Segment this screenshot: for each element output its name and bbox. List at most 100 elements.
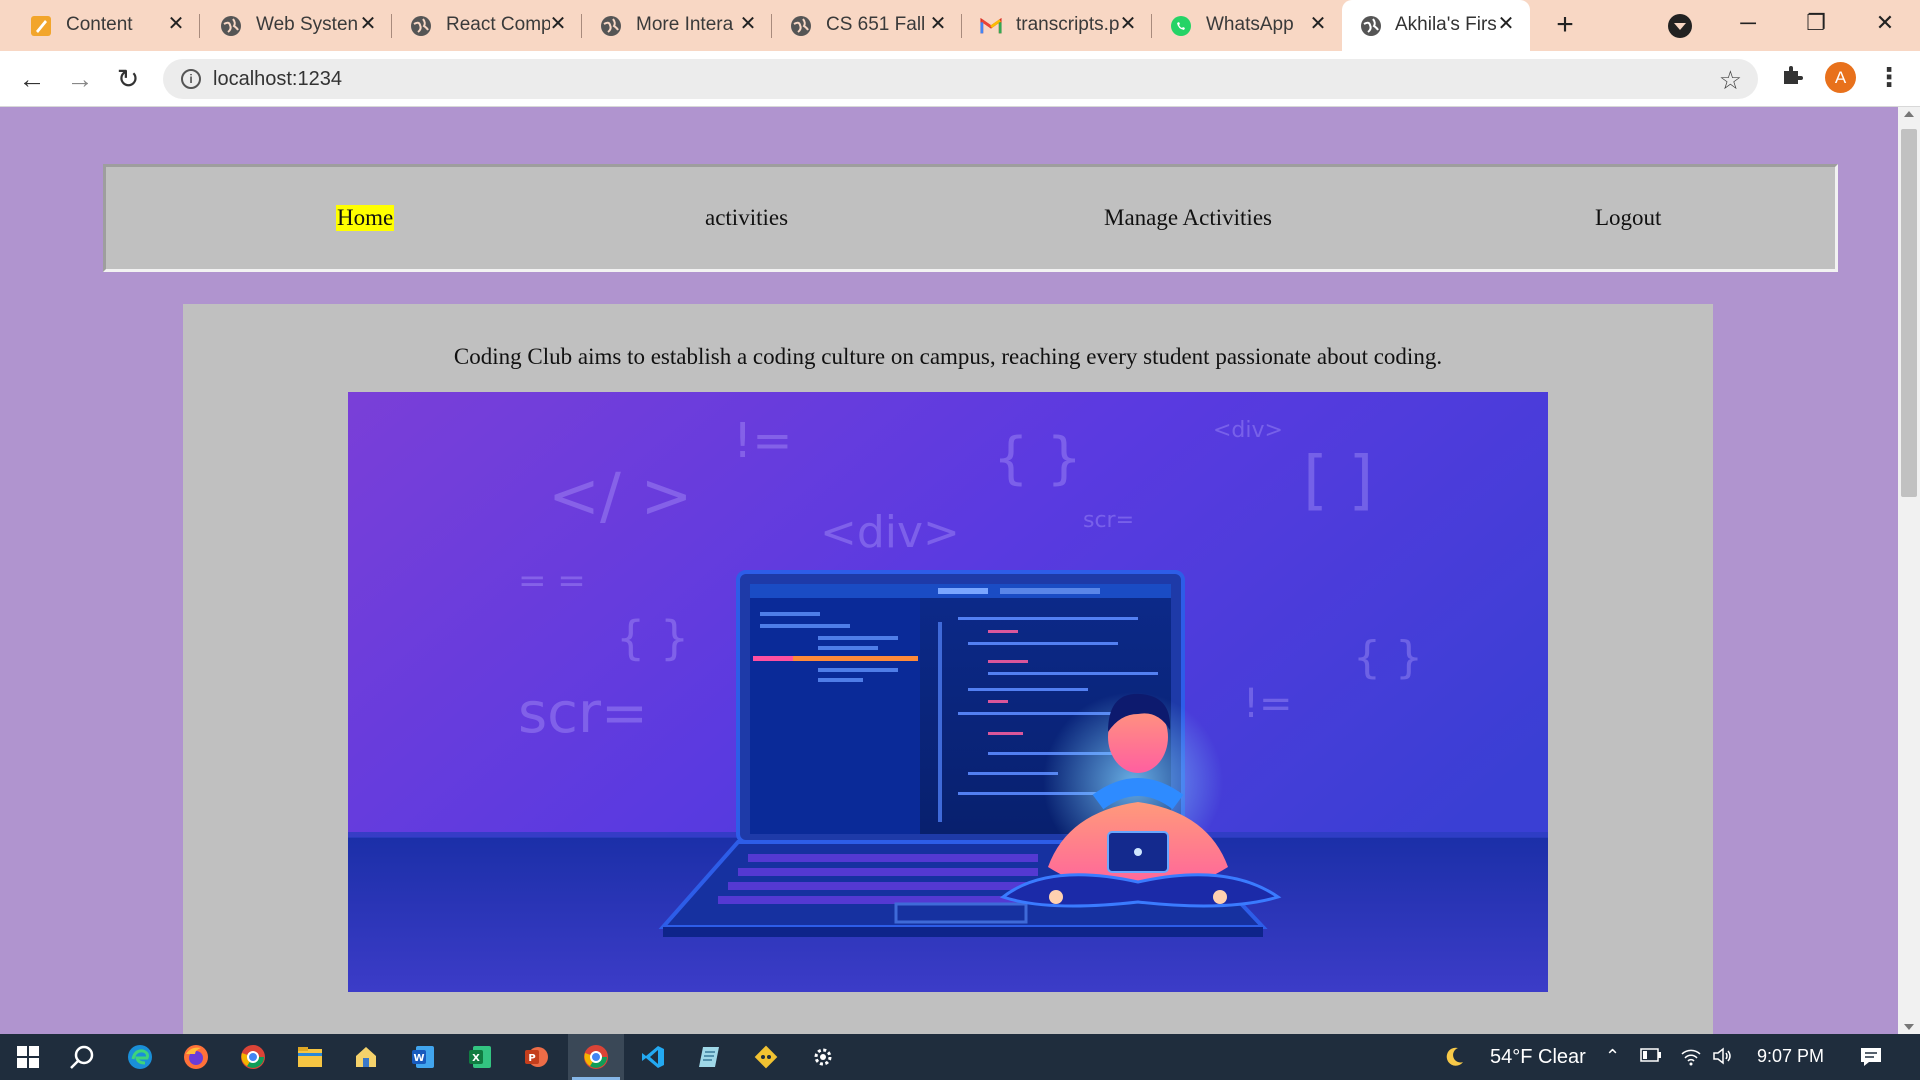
site-navbar: Home activities Manage Activities Logout [103, 164, 1838, 272]
tab-react-comp[interactable]: React Comp ✕ [380, 0, 582, 51]
back-icon[interactable]: ← [16, 63, 48, 95]
close-icon[interactable]: ✕ [928, 14, 948, 34]
file-explorer-icon[interactable] [282, 1034, 338, 1080]
tab-title: CS 651 Fall [826, 14, 926, 35]
search-icon[interactable] [54, 1034, 110, 1080]
svg-text:X: X [472, 1053, 480, 1064]
reload-icon[interactable]: ↻ [112, 63, 144, 95]
chevron-up-icon[interactable]: ⌃ [1605, 1046, 1620, 1067]
nav-activities-link[interactable]: activities [705, 205, 788, 231]
hero-symbol: { } [993, 426, 1082, 491]
browser-toolbar: ← → ↻ i localhost:1234 ☆ [0, 51, 1920, 107]
tab-title: transcripts.p [1016, 14, 1120, 35]
forward-icon[interactable]: → [64, 63, 96, 95]
close-icon[interactable]: ✕ [1308, 14, 1328, 34]
close-icon[interactable]: ✕ [166, 14, 186, 34]
weather-text[interactable]: 54°F Clear [1490, 1046, 1586, 1069]
globe-icon [220, 15, 242, 37]
close-window-icon[interactable]: ✕ [1865, 8, 1905, 38]
close-icon[interactable]: ✕ [1118, 14, 1138, 34]
hero-image: </ > != { } <div> [ ] <div> scr= = = { }… [348, 392, 1548, 992]
tab-title: React Comp [446, 14, 550, 35]
notes-icon [30, 15, 52, 37]
nav-manage-activities-link[interactable]: Manage Activities [1104, 205, 1272, 231]
hero-symbol: = = [518, 561, 586, 601]
notifications-icon[interactable] [1843, 1034, 1899, 1080]
hero-symbol: { } [616, 611, 689, 665]
extensions-icon[interactable] [1778, 63, 1806, 91]
tab-transcripts[interactable]: transcripts.p ✕ [950, 0, 1152, 51]
powerpoint-icon[interactable]: P [508, 1034, 564, 1080]
browser-menu-icon[interactable]: ⋮ [1876, 62, 1902, 92]
close-icon[interactable]: ✕ [1496, 14, 1516, 34]
whatsapp-icon [1170, 15, 1192, 37]
chrome-icon[interactable] [225, 1034, 281, 1080]
hero-symbol: <div> [820, 507, 960, 558]
scroll-down-arrow[interactable] [1904, 1024, 1914, 1030]
tab-title: More Intera [636, 14, 734, 35]
windows-taskbar: W X P 54°F Clear ⌃ 9:07 PM [0, 1034, 1920, 1080]
edge-icon[interactable] [112, 1034, 168, 1080]
hero-symbol: != [1243, 681, 1293, 727]
close-icon[interactable]: ✕ [358, 14, 378, 34]
globe-icon [790, 15, 812, 37]
scroll-thumb[interactable] [1901, 129, 1917, 497]
nav-home-link[interactable]: Home [336, 205, 395, 231]
tab-akhilas-first[interactable]: Akhila's Firs ✕ [1342, 0, 1530, 51]
tab-content[interactable]: Content ✕ [0, 0, 200, 51]
new-tab-button[interactable]: + [1550, 10, 1580, 40]
windows-start-icon[interactable] [0, 1034, 56, 1080]
settings-gear-icon[interactable] [795, 1034, 851, 1080]
clock-time[interactable]: 9:07 PM [1757, 1046, 1824, 1067]
address-bar[interactable]: i localhost:1234 ☆ [163, 59, 1758, 99]
close-icon[interactable]: ✕ [548, 14, 568, 34]
globe-icon [600, 15, 622, 37]
globe-icon [1360, 15, 1382, 37]
tab-strip: Content ✕ Web Systen ✕ React Comp ✕ More… [0, 0, 1920, 51]
hero-symbol: [ ] [1303, 444, 1373, 518]
tab-title: Content [66, 14, 133, 35]
tab-title: Web Systen [256, 14, 359, 35]
firefox-icon[interactable] [168, 1034, 224, 1080]
url-text[interactable]: localhost:1234 [213, 68, 342, 91]
hero-symbol: scr= [518, 681, 648, 746]
tab-title: Akhila's Firs [1395, 14, 1497, 35]
chrome-taskbar-active-icon[interactable] [568, 1034, 624, 1080]
scroll-up-arrow[interactable] [1904, 111, 1914, 117]
hero-symbol: { } [1353, 632, 1423, 683]
hero-symbol: <div> [1213, 418, 1283, 443]
globe-icon [410, 15, 432, 37]
wifi-icon[interactable] [1680, 1046, 1702, 1071]
club-tagline: Coding Club aims to establish a coding c… [453, 344, 1443, 369]
tab-more-interactive[interactable]: More Intera ✕ [570, 0, 772, 51]
hero-symbol: scr= [1083, 508, 1134, 533]
svg-text:P: P [528, 1053, 535, 1064]
restore-icon[interactable]: ❐ [1796, 8, 1836, 38]
store-icon[interactable] [338, 1034, 394, 1080]
minimize-icon[interactable]: ─ [1728, 8, 1768, 38]
gmail-icon [980, 15, 1002, 37]
excel-icon[interactable]: X [452, 1034, 508, 1080]
site-info-icon[interactable]: i [181, 69, 201, 89]
page-scrollbar[interactable] [1898, 107, 1920, 1034]
tab-cs651[interactable]: CS 651 Fall ✕ [760, 0, 962, 51]
main-content-panel: Coding Club aims to establish a coding c… [183, 304, 1713, 1034]
hero-symbol: </ > [548, 459, 693, 532]
notepad-icon[interactable] [682, 1034, 738, 1080]
volume-icon[interactable] [1712, 1046, 1734, 1071]
nav-logout-link[interactable]: Logout [1595, 205, 1661, 231]
word-icon[interactable]: W [395, 1034, 451, 1080]
moon-weather-icon[interactable] [1432, 1034, 1476, 1080]
git-icon[interactable] [738, 1034, 794, 1080]
hero-symbol: != [733, 413, 792, 469]
svg-text:W: W [413, 1053, 424, 1064]
vscode-icon[interactable] [625, 1034, 681, 1080]
profile-avatar[interactable]: A [1825, 62, 1856, 93]
page-viewport: Home activities Manage Activities Logout… [0, 107, 1898, 1034]
tab-whatsapp[interactable]: WhatsApp ✕ [1140, 0, 1342, 51]
battery-icon[interactable] [1640, 1047, 1662, 1068]
close-icon[interactable]: ✕ [738, 14, 758, 34]
tab-search-icon[interactable] [1668, 14, 1692, 38]
bookmark-star-icon[interactable]: ☆ [1719, 65, 1742, 96]
tab-web-systems[interactable]: Web Systen ✕ [190, 0, 392, 51]
